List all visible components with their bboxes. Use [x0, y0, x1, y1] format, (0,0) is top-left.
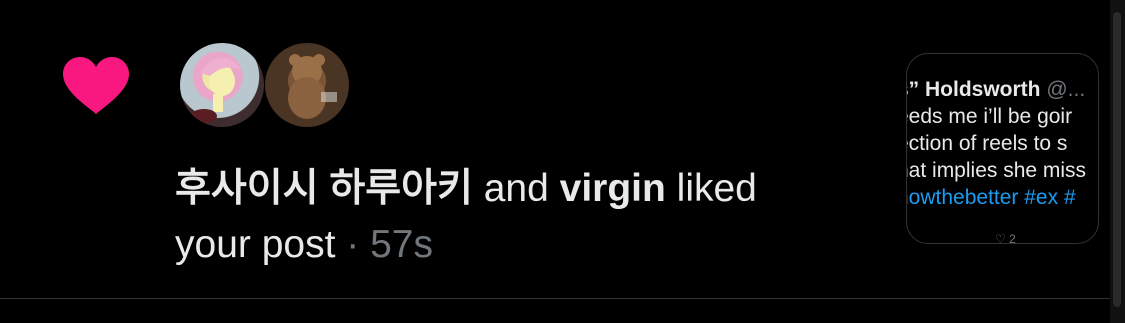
scrollbar[interactable]: [1110, 0, 1125, 323]
separator-dot: ·: [335, 223, 371, 266]
user-name-2[interactable]: virgin: [560, 167, 666, 210]
preview-line-3: hat implies she miss: [906, 159, 1087, 182]
like-notification[interactable]: 후사이시 하루아키 and virgin liked your post · 5…: [0, 0, 1110, 298]
avatar-pony[interactable]: [180, 43, 264, 127]
timestamp: 57s: [370, 223, 433, 266]
scrollbar-thumb[interactable]: [1113, 12, 1121, 307]
user-name-1[interactable]: 후사이시 하루아키: [175, 167, 473, 210]
notification-divider: [0, 298, 1110, 299]
heart-icon: [63, 57, 129, 114]
conjunction-text: and: [472, 167, 560, 210]
reply-count-row: ♡ 2: [995, 232, 1025, 244]
notification-text: 후사이시 하루아키 and virgin liked your post · 5…: [175, 161, 835, 273]
preview-handle: @...: [1046, 78, 1086, 101]
preview-line-1: eeds me i’ll be goir: [906, 105, 1073, 128]
post-preview-card[interactable]: s” Holdsworth @... eeds me i’ll be goir …: [906, 53, 1099, 244]
avatar-teddy-bear[interactable]: [265, 43, 349, 127]
preview-author: s” Holdsworth: [906, 78, 1041, 101]
preview-author-line: s” Holdsworth @...: [906, 76, 1098, 103]
preview-line-2: ection of reels to s: [906, 132, 1068, 155]
reply-count: 2: [1009, 232, 1016, 244]
reply-icon: ♡: [995, 232, 1006, 244]
post-preview-content: s” Holdsworth @... eeds me i’ll be goir …: [906, 76, 1098, 211]
preview-hashtags: nowthebetter #ex #: [906, 186, 1076, 209]
